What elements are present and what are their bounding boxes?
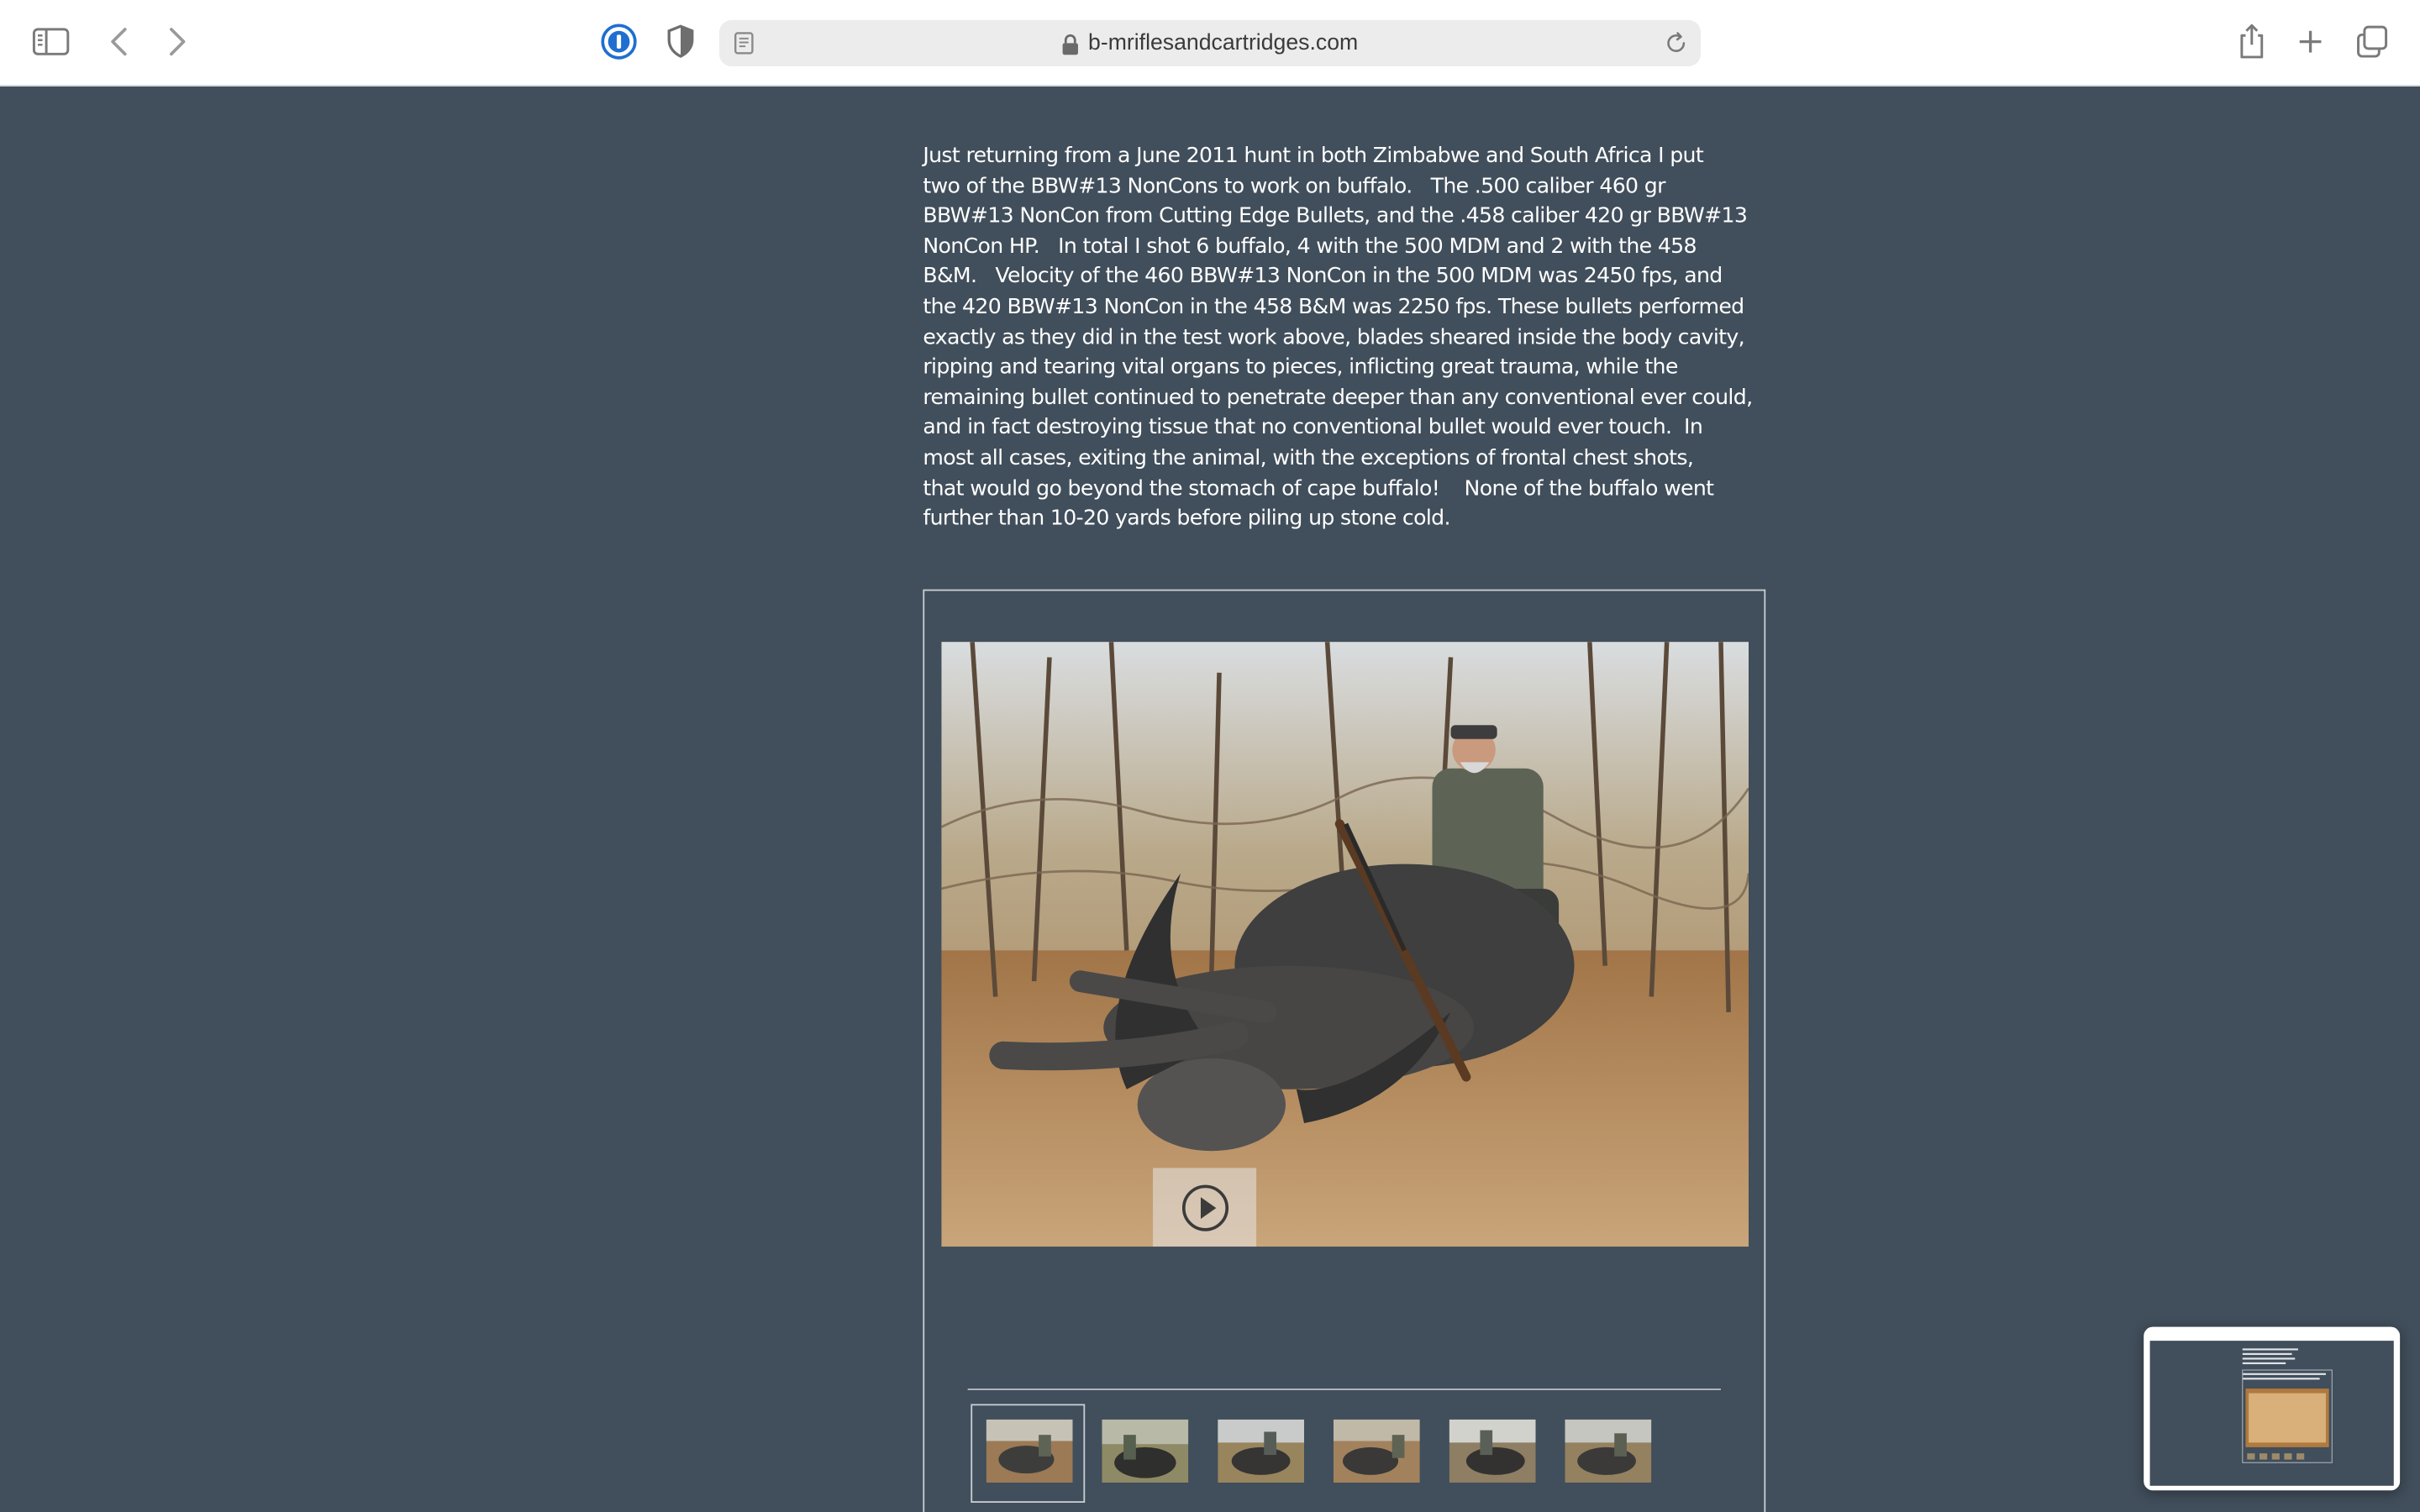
play-button[interactable] <box>1153 1168 1257 1247</box>
thumbnail-4[interactable] <box>1333 1419 1420 1483</box>
plus-icon[interactable] <box>2293 24 2327 60</box>
thumbnail-5[interactable] <box>1449 1419 1536 1483</box>
page-preview-thumbnail[interactable] <box>2144 1326 2401 1491</box>
thumbnail-6[interactable] <box>1565 1419 1652 1483</box>
play-icon <box>1181 1184 1228 1231</box>
thumbnail-3[interactable] <box>1218 1419 1305 1483</box>
article-paragraph: Just returning from a June 2011 hunt in … <box>923 143 1753 532</box>
photo-gallery <box>923 589 1766 1512</box>
tab-overview-icon[interactable] <box>2354 24 2391 60</box>
address-bar[interactable]: b-mriflesandcartridges.com <box>718 19 1702 66</box>
main-photo[interactable] <box>941 642 1749 1247</box>
reload-icon[interactable] <box>1664 31 1688 55</box>
sidebar-icon[interactable] <box>31 24 71 58</box>
share-icon[interactable] <box>2233 22 2270 62</box>
thumbnail-1[interactable] <box>986 1419 1073 1483</box>
browser-window: b-mriflesandcartridges.com Just returnin… <box>0 0 2420 1512</box>
thumbnail-strip <box>971 1404 1681 1505</box>
thumbnail-2[interactable] <box>1102 1419 1189 1483</box>
lock-icon <box>1062 33 1079 55</box>
chevron-left-icon[interactable] <box>102 24 135 58</box>
browser-toolbar: b-mriflesandcartridges.com <box>0 0 2420 87</box>
password-manager-icon[interactable] <box>600 24 637 60</box>
chevron-right-icon[interactable] <box>160 24 194 58</box>
url-text[interactable]: b-mriflesandcartridges.com <box>1088 31 1358 55</box>
privacy-shield-icon[interactable] <box>664 24 697 60</box>
gallery-divider <box>967 1389 1721 1390</box>
